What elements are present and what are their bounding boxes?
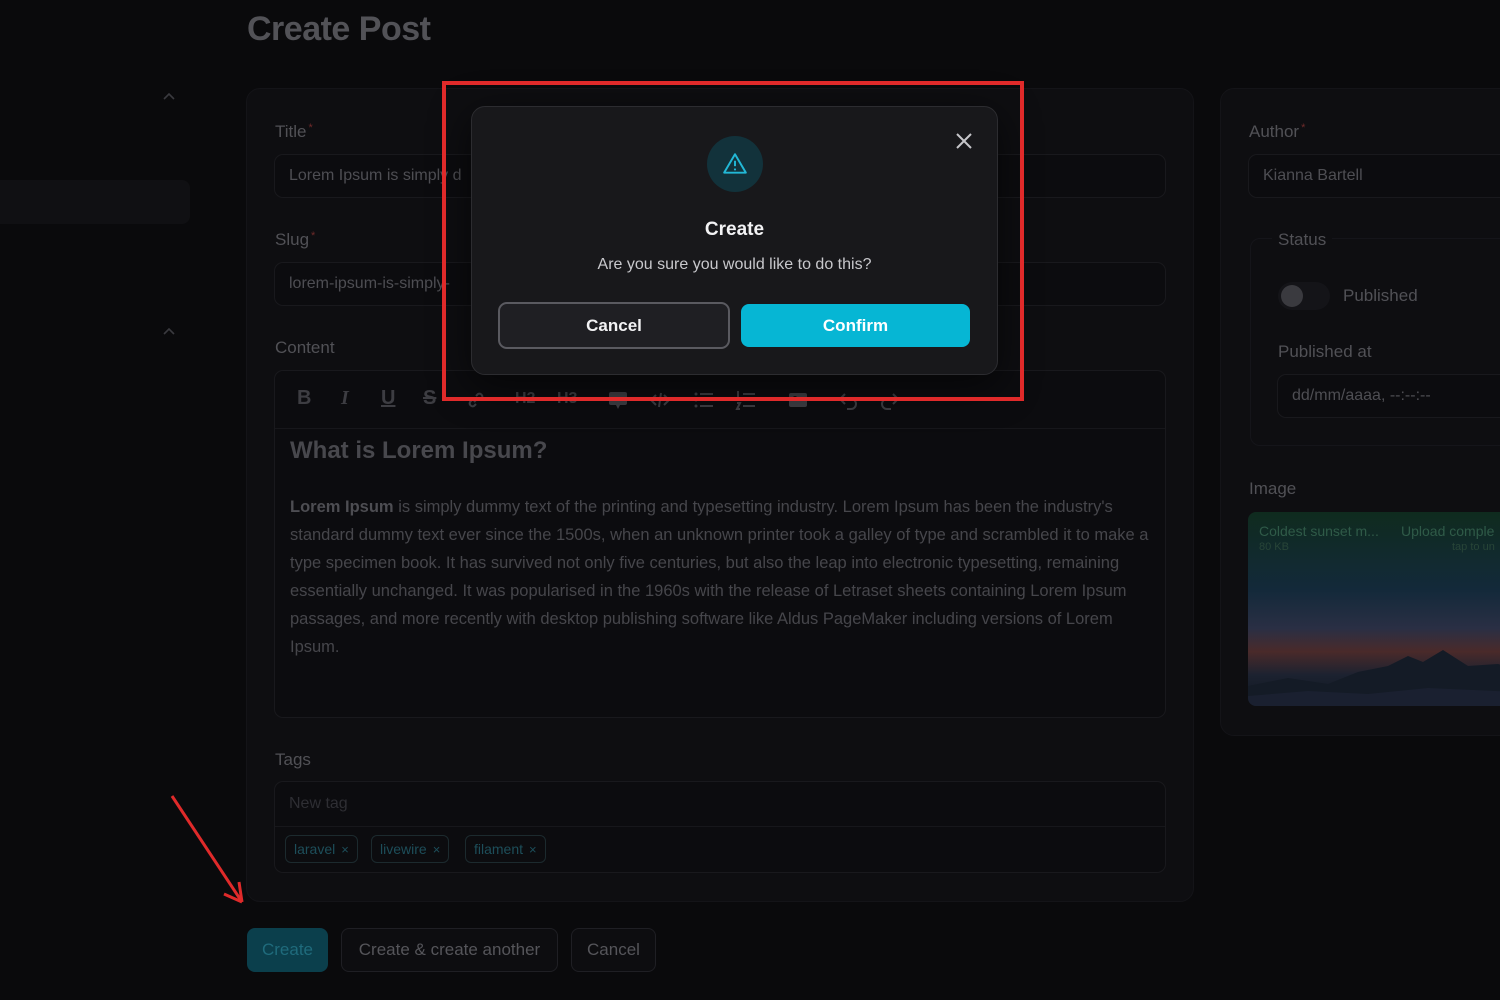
tag-chip[interactable]: laravel ×: [285, 835, 358, 863]
blockquote-icon[interactable]: [607, 389, 629, 411]
new-tag-input[interactable]: New tag: [289, 795, 348, 813]
link-icon[interactable]: [465, 389, 487, 411]
image-file-name: Coldest sunset m...: [1259, 523, 1379, 539]
italic-icon[interactable]: I: [341, 387, 349, 410]
bold-icon[interactable]: B: [297, 387, 311, 410]
rich-editor[interactable]: B I U S H2 H3 What is Lorem Ipsum? Lorem…: [274, 370, 1166, 718]
editor-toolbar: B I U S H2 H3: [275, 371, 1165, 429]
published-at-input[interactable]: dd/mm/aaaa, --:--:--: [1277, 374, 1500, 418]
bullet-list-icon[interactable]: [693, 389, 715, 411]
upload-status: Upload comple: [1401, 523, 1495, 539]
underline-icon[interactable]: U: [381, 387, 395, 410]
remove-tag-icon[interactable]: ×: [341, 842, 349, 857]
close-icon[interactable]: [952, 129, 976, 153]
author-select[interactable]: Kianna Bartell: [1248, 154, 1500, 198]
redo-icon[interactable]: [879, 389, 901, 411]
toggle-knob: [1281, 285, 1303, 307]
sidebar-active-item[interactable]: [0, 180, 190, 224]
tag-chip[interactable]: filament ×: [465, 835, 546, 863]
cancel-form-button[interactable]: Cancel: [571, 928, 656, 972]
undo-icon[interactable]: [837, 389, 859, 411]
author-label: Author *: [1249, 122, 1306, 141]
strikethrough-icon[interactable]: S: [423, 387, 436, 410]
code-block-icon[interactable]: [649, 389, 671, 411]
page-title: Create Post: [247, 10, 431, 48]
annotation-arrow: [170, 795, 244, 904]
create-another-button[interactable]: Create & create another: [341, 928, 558, 972]
tags-label: Tags: [275, 750, 311, 769]
image-upload-preview[interactable]: Coldest sunset m... 80 KB Upload comple …: [1248, 512, 1500, 706]
tags-input-box[interactable]: New tag laravel × livewire × filament ×: [274, 781, 1166, 873]
tags-divider: [275, 826, 1165, 827]
modal-title: Create: [704, 219, 765, 240]
collapse-chevron-icon[interactable]: [162, 325, 176, 339]
heading2-icon[interactable]: H2: [515, 390, 535, 408]
remove-tag-icon[interactable]: ×: [433, 842, 441, 857]
published-label: Published: [1343, 286, 1418, 305]
warning-triangle-icon: [723, 153, 747, 174]
ordered-list-icon[interactable]: [735, 389, 757, 411]
content-label: Content: [275, 338, 335, 357]
slug-label: Slug *: [275, 230, 316, 249]
modal-cancel-button[interactable]: Cancel: [498, 302, 730, 349]
content-paragraph: Lorem Ipsum is simply dummy text of the …: [290, 498, 1149, 656]
mountain-image: [1248, 650, 1500, 706]
status-legend: Status: [1272, 230, 1333, 250]
confirm-modal: Create Are you sure you would like to do…: [471, 106, 998, 375]
attach-image-icon[interactable]: [787, 389, 809, 411]
upload-hint: tap to un: [1452, 541, 1495, 553]
image-label: Image: [1249, 479, 1297, 498]
warning-icon-circle: [707, 136, 763, 192]
modal-description: Are you sure you would like to do this?: [597, 256, 872, 273]
modal-confirm-button[interactable]: Confirm: [741, 304, 970, 347]
image-file-size: 80 KB: [1259, 541, 1289, 553]
tag-chip[interactable]: livewire ×: [371, 835, 450, 863]
remove-tag-icon[interactable]: ×: [529, 842, 537, 857]
published-at-label: Published at: [1278, 342, 1372, 361]
create-button[interactable]: Create: [247, 928, 328, 972]
content-heading: What is Lorem Ipsum?: [290, 437, 548, 464]
collapse-chevron-icon[interactable]: [162, 90, 176, 104]
heading3-icon[interactable]: H3: [557, 390, 577, 408]
title-label: Title *: [275, 122, 313, 141]
